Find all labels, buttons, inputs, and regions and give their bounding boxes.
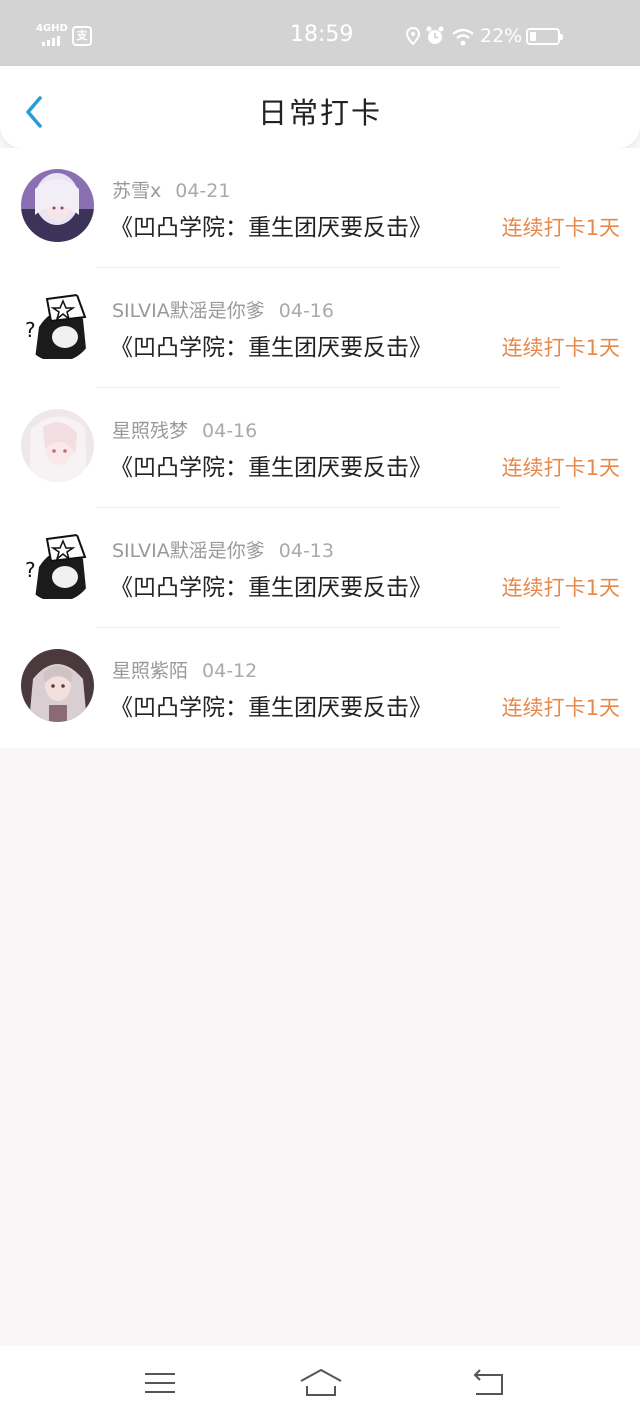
clock: 18:59: [290, 22, 354, 47]
streak-label: 连续打卡1天: [501, 576, 620, 600]
checkin-meta: 星照残梦 04-16: [112, 416, 257, 443]
book-title[interactable]: 《凹凸学院：重生团厌要反击》: [110, 328, 432, 362]
avatar[interactable]: ?: [21, 529, 94, 602]
menu-icon: [145, 1373, 175, 1393]
checkin-date: 04-13: [278, 540, 334, 562]
username[interactable]: 苏雪x: [112, 180, 161, 202]
payment-app-icon: 支: [72, 26, 92, 46]
avatar[interactable]: [21, 649, 94, 722]
avatar[interactable]: [21, 169, 94, 242]
svg-text:?: ?: [25, 558, 36, 582]
book-title[interactable]: 《凹凸学院：重生团厌要反击》: [110, 688, 432, 722]
avatar[interactable]: [21, 409, 94, 482]
system-nav-bar: [0, 1346, 640, 1422]
page-title: 日常打卡: [257, 96, 382, 130]
checkin-meta: 星照紫陌 04-12: [112, 656, 257, 683]
checkin-list: 苏雪x 04-21 《凹凸学院：重生团厌要反击》 连续打卡1天 ? SILVIA默…: [0, 148, 640, 748]
list-item[interactable]: 星照残梦 04-16 《凹凸学院：重生团厌要反击》 连续打卡1天: [0, 388, 640, 508]
back-icon: [473, 1369, 503, 1395]
battery-percent: 22%: [480, 25, 523, 47]
checkin-date: 04-16: [278, 300, 334, 322]
username[interactable]: SILVIA默滛是你爹: [112, 540, 265, 562]
streak-label: 连续打卡1天: [501, 456, 620, 480]
svg-text:?: ?: [25, 318, 36, 342]
book-title[interactable]: 《凹凸学院：重生团厌要反击》: [110, 208, 432, 242]
checkin-date: 04-21: [175, 180, 231, 202]
page-header: 日常打卡: [0, 66, 640, 148]
home-icon: [300, 1369, 342, 1396]
wifi-icon: [452, 28, 474, 46]
checkin-date: 04-12: [202, 660, 258, 682]
streak-label: 连续打卡1天: [501, 336, 620, 360]
signal-icon: 4GHD: [36, 23, 68, 46]
streak-label: 连续打卡1天: [501, 696, 620, 720]
menu-button[interactable]: [140, 1366, 180, 1400]
home-button[interactable]: [298, 1366, 344, 1400]
avatar[interactable]: ?: [21, 289, 94, 362]
checkin-date: 04-16: [202, 420, 258, 442]
back-nav-button[interactable]: [470, 1366, 510, 1400]
book-title[interactable]: 《凹凸学院：重生团厌要反击》: [110, 448, 432, 482]
battery-icon: [526, 28, 563, 45]
list-item[interactable]: 星照紫陌 04-12 《凹凸学院：重生团厌要反击》 连续打卡1天: [0, 628, 640, 748]
alarm-icon: [426, 26, 444, 44]
list-item[interactable]: ? SILVIA默滛是你爹 04-16 《凹凸学院：重生团厌要反击》 连续打卡1天: [0, 268, 640, 388]
book-title[interactable]: 《凹凸学院：重生团厌要反击》: [110, 568, 432, 602]
checkin-meta: SILVIA默滛是你爹 04-16: [112, 296, 334, 323]
list-item[interactable]: ? SILVIA默滛是你爹 04-13 《凹凸学院：重生团厌要反击》 连续打卡1天: [0, 508, 640, 628]
username[interactable]: 星照残梦: [112, 420, 188, 442]
checkin-meta: SILVIA默滛是你爹 04-13: [112, 536, 334, 563]
streak-label: 连续打卡1天: [501, 216, 620, 240]
checkin-meta: 苏雪x 04-21: [112, 176, 230, 203]
list-item[interactable]: 苏雪x 04-21 《凹凸学院：重生团厌要反击》 连续打卡1天: [0, 148, 640, 268]
location-icon: [405, 27, 421, 45]
status-bar: 4GHD 支 18:59 22%: [0, 0, 640, 66]
username[interactable]: SILVIA默滛是你爹: [112, 300, 265, 322]
network-type: 4GHD: [36, 23, 68, 34]
username[interactable]: 星照紫陌: [112, 660, 188, 682]
